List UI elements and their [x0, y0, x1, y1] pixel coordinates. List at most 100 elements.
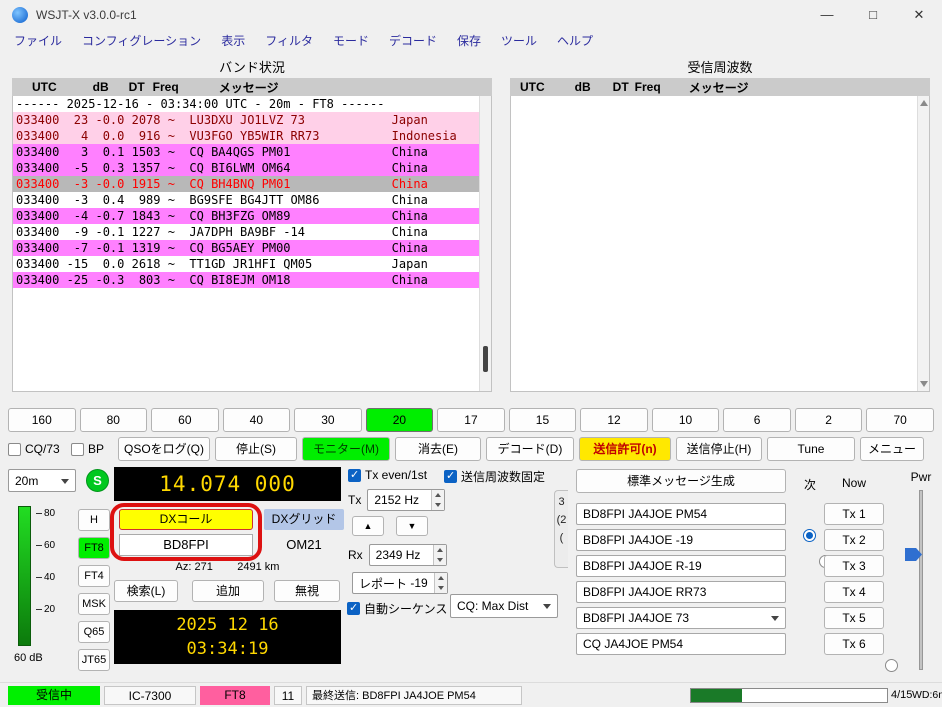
lookup-button[interactable]: 検索(L) [114, 580, 178, 602]
erase-button[interactable]: 消去(E) [395, 437, 481, 461]
rx-frequency-pane[interactable] [510, 96, 930, 392]
ignore-button[interactable]: 無視 [274, 580, 340, 602]
tx5-now-button[interactable]: Tx 5 [824, 607, 884, 629]
tx1-message-field[interactable]: BD8FPI JA4JOE PM54 [576, 503, 786, 525]
cq73-checkbox-box[interactable] [8, 442, 21, 456]
band-activity-scrollbar[interactable] [479, 96, 491, 391]
menu-file[interactable]: ファイル [4, 30, 72, 52]
bp-checkbox[interactable]: BP [71, 442, 113, 456]
tx2-message-field[interactable]: BD8FPI JA4JOE -19 [576, 529, 786, 551]
band-button-80[interactable]: 80 [79, 408, 148, 432]
close-button[interactable]: ✕ [896, 0, 942, 30]
scroll-down-icon[interactable] [920, 381, 928, 387]
power-slider-track[interactable] [919, 490, 923, 670]
spinner-arrows-icon[interactable] [431, 490, 445, 510]
decode-row[interactable]: 033400 3 0.1 1503 ~ CQ BA4QGS PM01 China [13, 144, 491, 160]
minimize-button[interactable]: — [804, 0, 850, 30]
log-qso-button[interactable]: QSOをログ(Q) [118, 437, 210, 461]
band-button-15[interactable]: 15 [508, 408, 577, 432]
band-button-30[interactable]: 30 [294, 408, 362, 432]
tx4-message-field[interactable]: BD8FPI JA4JOE RR73 [576, 581, 786, 603]
band-button-10[interactable]: 10 [651, 408, 720, 432]
power-slider[interactable] [900, 490, 940, 670]
generate-std-messages-button[interactable]: 標準メッセージ生成 [576, 469, 786, 493]
scrollbar-thumb[interactable] [483, 346, 488, 372]
monitor-button[interactable]: モニター(M) [302, 437, 390, 461]
mode-button-ft4[interactable]: FT4 [78, 565, 110, 587]
s-meter-button[interactable]: S [86, 469, 109, 492]
tx1-now-button[interactable]: Tx 1 [824, 503, 884, 525]
mode-button-jt65[interactable]: JT65 [78, 649, 110, 671]
tune-button[interactable]: Tune [767, 437, 855, 461]
mode-button-ft8[interactable]: FT8 [78, 537, 110, 559]
decode-row[interactable]: 033400 4 0.0 916 ~ VU3FGO YB5WIR RR73 In… [13, 128, 491, 144]
band-button-40[interactable]: 40 [222, 408, 291, 432]
decode-row[interactable]: 033400 23 -0.0 2078 ~ LU3DXU JO1LVZ 73 J… [13, 112, 491, 128]
decode-row[interactable]: 033400 -25 -0.3 803 ~ CQ BI8EJM OM18 Chi… [13, 272, 491, 288]
band-button-20[interactable]: 20 [365, 408, 434, 432]
hold-tx-freq-checkbox-box[interactable] [444, 470, 457, 483]
rx-frequency-scrollbar[interactable] [917, 96, 929, 391]
tx1-next-radio[interactable] [803, 529, 816, 542]
menus-button[interactable]: メニュー [860, 437, 924, 461]
band-button-60[interactable]: 60 [151, 408, 219, 432]
cq-mode-select[interactable]: CQ: Max Dist [450, 594, 558, 618]
decode-row[interactable]: 033400 -15 0.0 2618 ~ TT1GD JR1HFI QM05 … [13, 256, 491, 272]
decode-row[interactable]: 033400 -4 -0.7 1843 ~ CQ BH3FZG OM89 Chi… [13, 208, 491, 224]
decode-row[interactable]: 033400 -3 -0.0 1915 ~ CQ BH4BNQ PM01 Chi… [13, 176, 491, 192]
tx-even-checkbox[interactable]: Tx even/1st [348, 468, 427, 482]
menu-tools[interactable]: ツール [491, 30, 547, 52]
tx-freq-up-button[interactable]: ▲ [352, 516, 384, 536]
decode-row[interactable]: 033400 -7 -0.1 1319 ~ CQ BG5AEY PM00 Chi… [13, 240, 491, 256]
band-button-12[interactable]: 12 [580, 408, 648, 432]
mode-button-msk[interactable]: MSK [78, 593, 110, 615]
menu-configuration[interactable]: コンフィグレーション [72, 30, 211, 52]
tx3-message-field[interactable]: BD8FPI JA4JOE R-19 [576, 555, 786, 577]
decode-row[interactable]: 033400 -3 0.4 989 ~ BG9SFE BG4JTT OM86 C… [13, 192, 491, 208]
spinner-arrows-icon[interactable] [432, 545, 446, 565]
dx-grid-field[interactable]: OM21 [264, 534, 344, 556]
spinner-arrows-icon[interactable] [434, 573, 447, 593]
tx3-now-button[interactable]: Tx 3 [824, 555, 884, 577]
band-button-6[interactable]: 6 [723, 408, 791, 432]
band-button-2[interactable]: 2 [794, 408, 863, 432]
maximize-button[interactable]: □ [850, 0, 896, 30]
decode-button[interactable]: デコード(D) [486, 437, 574, 461]
band-button-70[interactable]: 70 [866, 408, 934, 432]
rx-freq-spinner[interactable]: 2349 Hz [368, 544, 447, 566]
hold-tx-freq-checkbox[interactable]: 送信周波数固定 [444, 468, 545, 485]
tx6-message-field[interactable]: CQ JA4JOE PM54 [576, 633, 786, 655]
menu-help[interactable]: ヘルプ [547, 30, 603, 52]
tx6-next-radio[interactable] [884, 659, 898, 672]
enable-tx-button[interactable]: 送信許可(n) [579, 437, 671, 461]
band-button-17[interactable]: 17 [437, 408, 505, 432]
auto-seq-checkbox-box[interactable] [347, 602, 360, 615]
message-tab-strip[interactable]: 3(2( [554, 490, 568, 568]
add-button[interactable]: 追加 [192, 580, 264, 602]
report-spinner[interactable]: レポート -19 [352, 572, 448, 594]
cq73-checkbox[interactable]: CQ/73 [8, 442, 66, 456]
decode-row[interactable]: ------ 2025-12-16 - 03:34:00 UTC - 20m -… [13, 96, 491, 112]
menu-filter[interactable]: フィルタ [255, 30, 323, 52]
halt-tx-button[interactable]: 送信停止(H) [676, 437, 762, 461]
menu-save[interactable]: 保存 [447, 30, 491, 52]
tx-freq-spinner[interactable]: 2152 Hz [367, 489, 446, 511]
tx2-now-button[interactable]: Tx 2 [824, 529, 884, 551]
mode-button-h[interactable]: H [78, 509, 110, 531]
halt-button[interactable]: 停止(S) [215, 437, 297, 461]
menu-decode[interactable]: デコード [379, 30, 447, 52]
tx6-now-button[interactable]: Tx 6 [824, 633, 884, 655]
band-activity-pane[interactable]: ------ 2025-12-16 - 03:34:00 UTC - 20m -… [12, 96, 492, 392]
band-select[interactable]: 20m [8, 469, 76, 492]
auto-seq-checkbox[interactable]: 自動シーケンス [347, 600, 447, 617]
band-button-160[interactable]: 160 [8, 408, 76, 432]
scroll-up-icon[interactable] [920, 100, 928, 106]
decode-row[interactable]: 033400 -5 0.3 1357 ~ CQ BI6LWM OM64 Chin… [13, 160, 491, 176]
decode-row[interactable]: 033400 -9 -0.1 1227 ~ JA7DPH BA9BF -14 C… [13, 224, 491, 240]
mode-button-q65[interactable]: Q65 [78, 621, 110, 643]
bp-checkbox-box[interactable] [71, 442, 84, 456]
tx-even-checkbox-box[interactable] [348, 468, 361, 482]
menu-mode[interactable]: モード [323, 30, 379, 52]
tx4-now-button[interactable]: Tx 4 [824, 581, 884, 603]
tx-freq-down-button[interactable]: ▼ [396, 516, 428, 536]
